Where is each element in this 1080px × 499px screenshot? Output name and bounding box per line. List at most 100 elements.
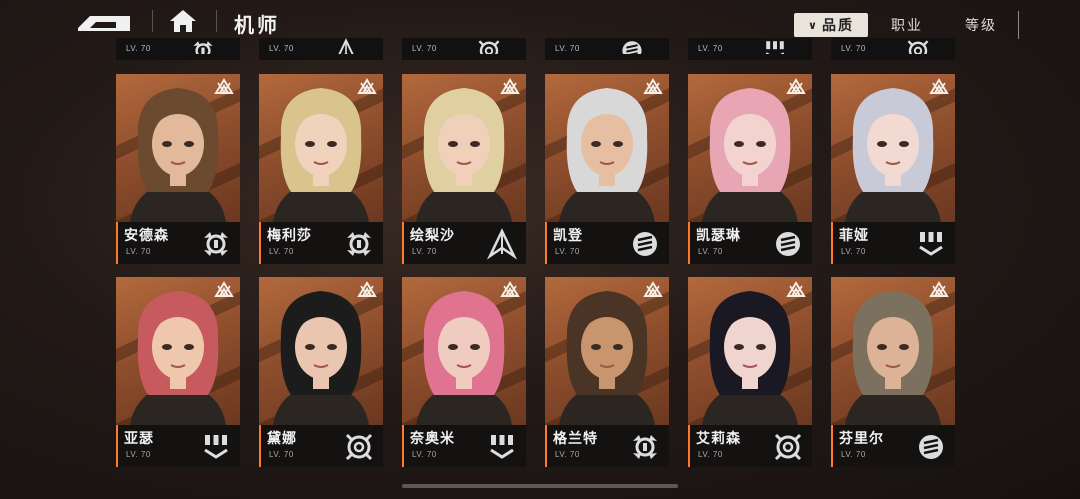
accent-bar bbox=[688, 222, 690, 264]
drone-role-icon bbox=[919, 232, 943, 256]
pilot-card[interactable]: 艾莉森 LV. 70 bbox=[688, 277, 812, 467]
pilot-level: LV. 70 bbox=[841, 450, 866, 459]
rarity-emblem-icon bbox=[214, 281, 234, 297]
rarity-emblem-icon bbox=[500, 78, 520, 94]
portrait-art bbox=[130, 88, 226, 222]
page-title: 机师 bbox=[234, 15, 280, 37]
pilot-card[interactable]: 芬里尔 LV. 70 bbox=[831, 277, 955, 467]
pilot-level: LV. 70 bbox=[555, 44, 580, 53]
top-bar: 机师 ∨ 品质 职业 等级 bbox=[0, 0, 1080, 40]
pilot-card[interactable]: 安德森 LV. 70 bbox=[116, 74, 240, 264]
portrait-art bbox=[845, 291, 941, 425]
back-icon[interactable] bbox=[76, 10, 132, 32]
divider bbox=[152, 10, 153, 32]
rarity-emblem-icon bbox=[786, 281, 806, 297]
divider bbox=[216, 10, 217, 32]
sort-tab-level[interactable]: 等级 bbox=[944, 11, 1018, 39]
pilot-portrait bbox=[402, 74, 526, 222]
pilot-level: LV. 70 bbox=[555, 247, 580, 256]
arrow-role-icon bbox=[486, 228, 518, 260]
pilot-card[interactable]: 绘梨沙 LV. 70 bbox=[402, 74, 526, 264]
pilot-portrait bbox=[688, 74, 812, 222]
rarity-emblem-icon bbox=[929, 78, 949, 94]
pilot-info: 亚瑟 LV. 70 bbox=[116, 425, 240, 467]
rarity-emblem-icon bbox=[786, 78, 806, 94]
pilot-portrait bbox=[545, 74, 669, 222]
pilot-card-partial[interactable]: LV. 70 bbox=[688, 38, 812, 60]
rarity-emblem-icon bbox=[643, 281, 663, 297]
pilot-card-partial[interactable]: LV. 70 bbox=[831, 38, 955, 60]
accent-bar bbox=[116, 425, 118, 467]
drone-role-icon bbox=[204, 435, 228, 459]
pilot-level: LV. 70 bbox=[412, 247, 437, 256]
pilot-card[interactable]: 奈奥米 LV. 70 bbox=[402, 277, 526, 467]
gear-role-icon bbox=[633, 435, 657, 459]
pilot-portrait bbox=[402, 277, 526, 425]
rarity-emblem-icon bbox=[357, 78, 377, 94]
pilot-name: 菲娅 bbox=[839, 227, 869, 243]
portrait-art bbox=[130, 291, 226, 425]
pilot-name: 黛娜 bbox=[267, 430, 297, 446]
pilot-card[interactable]: 亚瑟 LV. 70 bbox=[116, 277, 240, 467]
portrait-art bbox=[845, 88, 941, 222]
pilot-card-partial[interactable]: LV. 70 bbox=[402, 38, 526, 60]
portrait-art bbox=[273, 88, 369, 222]
pilot-card[interactable]: 黛娜 LV. 70 bbox=[259, 277, 383, 467]
portrait-art bbox=[559, 88, 655, 222]
pilot-level: LV. 70 bbox=[412, 44, 437, 53]
pilot-portrait bbox=[831, 74, 955, 222]
pilot-card-partial[interactable]: LV. 70 bbox=[259, 38, 383, 60]
rarity-emblem-icon bbox=[643, 78, 663, 94]
gear-role-icon bbox=[347, 232, 371, 256]
pilot-card-partial[interactable]: LV. 70 bbox=[116, 38, 240, 60]
scrollbar[interactable] bbox=[402, 484, 678, 488]
pilot-card[interactable]: 梅利莎 LV. 70 bbox=[259, 74, 383, 264]
pilot-level: LV. 70 bbox=[555, 450, 580, 459]
shield-role-icon bbox=[776, 232, 800, 256]
drone-role-icon bbox=[490, 435, 514, 459]
pilot-level: LV. 70 bbox=[126, 44, 151, 53]
pilot-level: LV. 70 bbox=[269, 247, 294, 256]
portrait-art bbox=[416, 291, 512, 425]
pilot-name: 凯瑟琳 bbox=[696, 227, 741, 243]
pilot-name: 梅利莎 bbox=[267, 227, 312, 243]
pilot-card[interactable]: 菲娅 LV. 70 bbox=[831, 74, 955, 264]
target-role-icon bbox=[774, 433, 802, 461]
shield-role-icon bbox=[622, 41, 642, 54]
rarity-emblem-icon bbox=[214, 78, 234, 94]
rarity-emblem-icon bbox=[929, 281, 949, 297]
shield-role-icon bbox=[919, 435, 943, 459]
accent-bar bbox=[402, 425, 404, 467]
sort-tab-label: 职业 bbox=[891, 17, 923, 33]
pilot-level: LV. 70 bbox=[698, 450, 723, 459]
pilot-name: 亚瑟 bbox=[124, 430, 154, 446]
pilot-card[interactable]: 格兰特 LV. 70 bbox=[545, 277, 669, 467]
accent-bar bbox=[116, 222, 118, 264]
sort-tab-class[interactable]: 职业 bbox=[870, 11, 944, 39]
portrait-art bbox=[702, 88, 798, 222]
arrow-role-icon bbox=[338, 38, 354, 54]
target-role-icon bbox=[345, 433, 373, 461]
sort-tab-quality[interactable]: ∨ 品质 bbox=[794, 13, 868, 37]
pilot-level: LV. 70 bbox=[841, 44, 866, 53]
pilot-info: 绘梨沙 LV. 70 bbox=[402, 222, 526, 264]
pilot-portrait bbox=[259, 277, 383, 425]
accent-bar bbox=[545, 222, 547, 264]
accent-bar bbox=[545, 425, 547, 467]
pilot-card[interactable]: 凯登 LV. 70 bbox=[545, 74, 669, 264]
accent-bar bbox=[259, 222, 261, 264]
pilot-level: LV. 70 bbox=[841, 247, 866, 256]
home-icon[interactable] bbox=[168, 8, 198, 34]
pilot-info: 黛娜 LV. 70 bbox=[259, 425, 383, 467]
pilot-card[interactable]: 凯瑟琳 LV. 70 bbox=[688, 74, 812, 264]
target-role-icon bbox=[907, 40, 929, 54]
pilot-card-partial[interactable]: LV. 70 bbox=[545, 38, 669, 60]
pilot-name: 绘梨沙 bbox=[410, 227, 455, 243]
pilot-name: 安德森 bbox=[124, 227, 169, 243]
pilot-portrait bbox=[116, 74, 240, 222]
portrait-art bbox=[416, 88, 512, 222]
accent-bar bbox=[831, 425, 833, 467]
sort-tabs: ∨ 品质 职业 等级 bbox=[792, 11, 1019, 39]
pilot-name: 奈奥米 bbox=[410, 430, 455, 446]
pilot-portrait bbox=[688, 277, 812, 425]
